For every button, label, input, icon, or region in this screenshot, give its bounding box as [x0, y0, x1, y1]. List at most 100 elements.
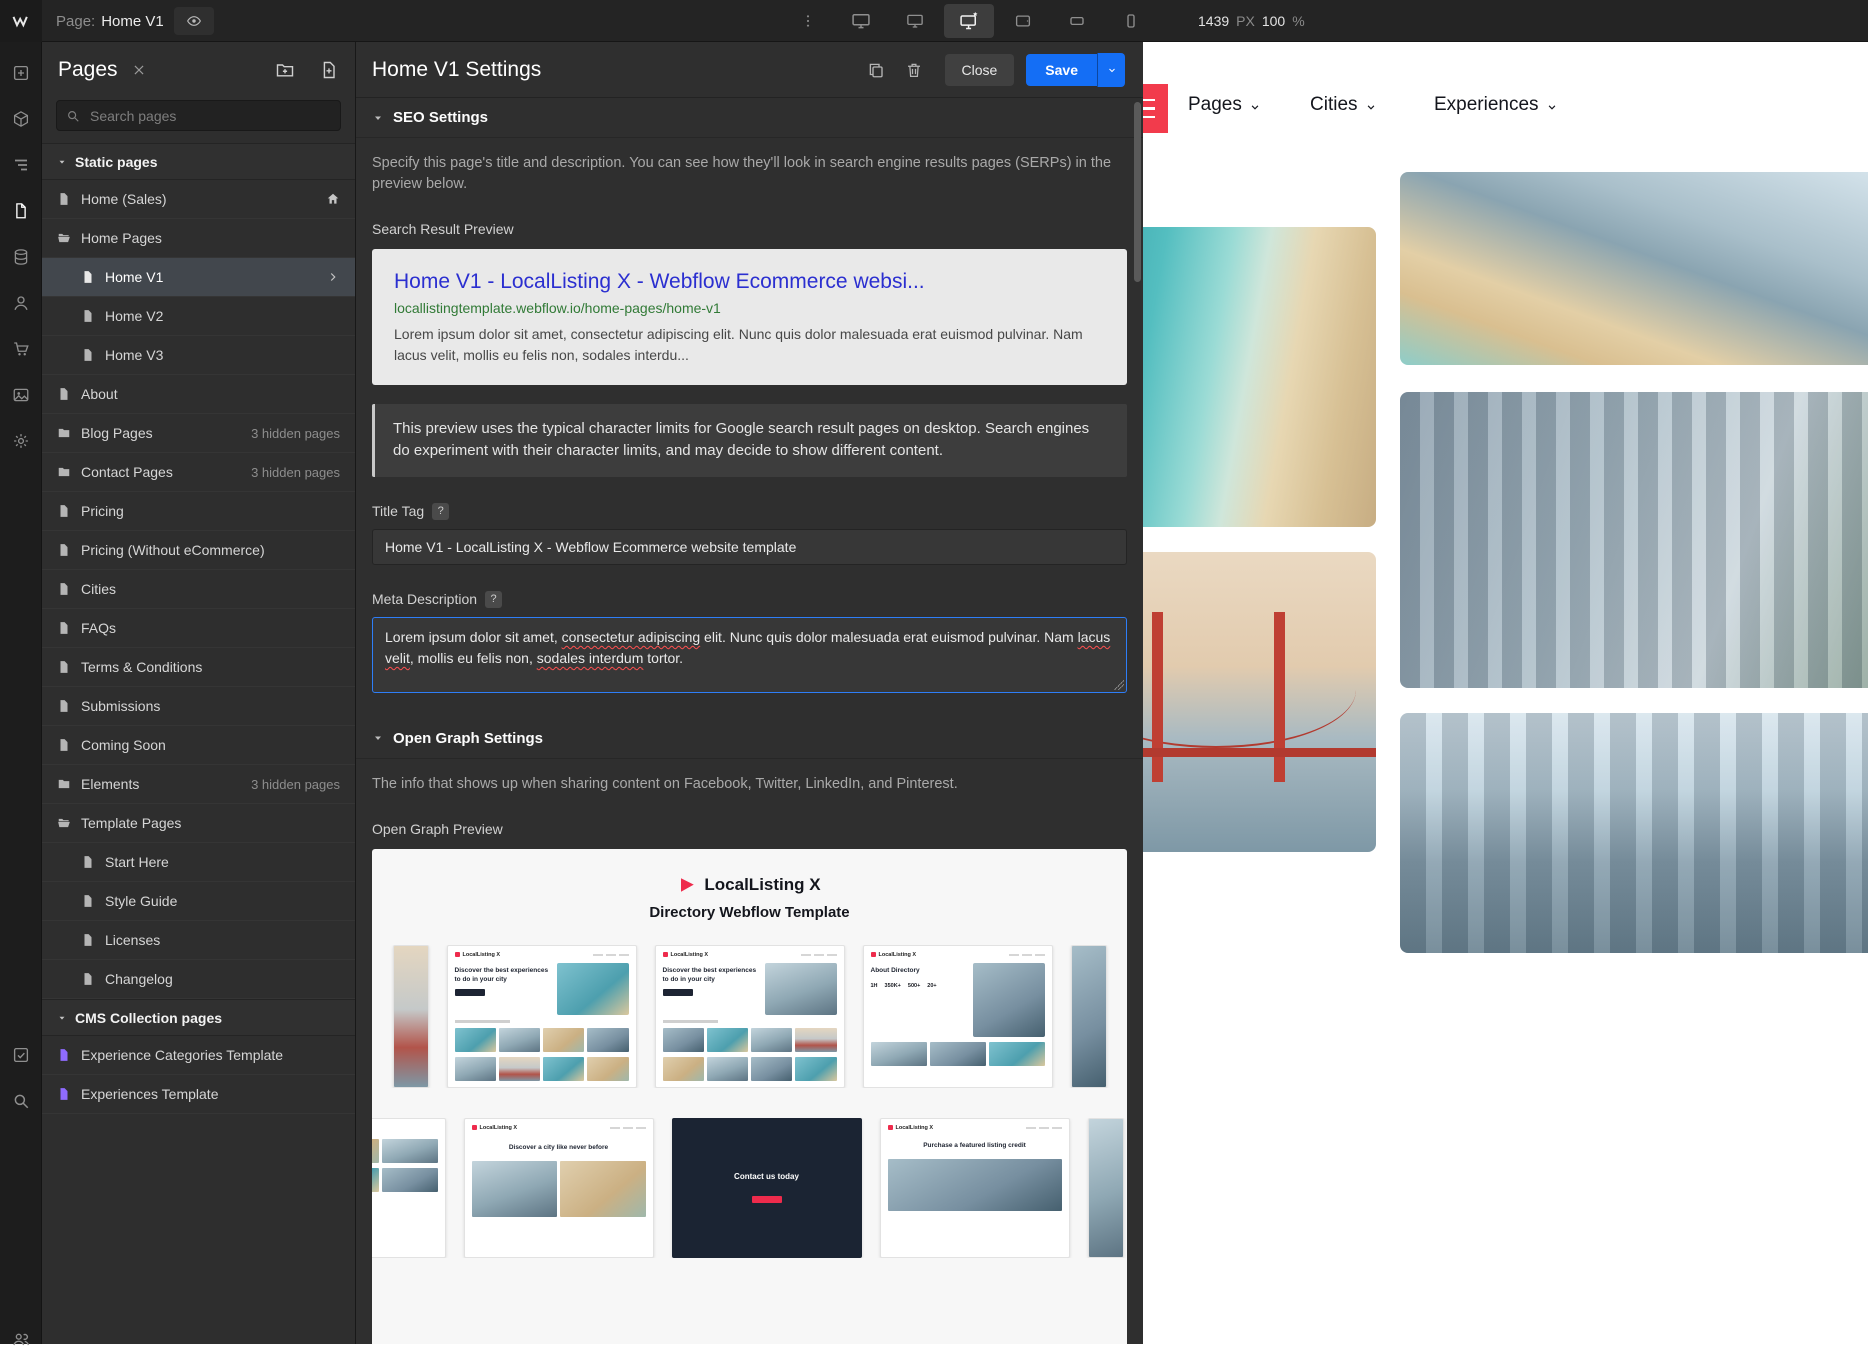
users-button[interactable] — [0, 280, 42, 326]
zoom-value[interactable]: 100 — [1262, 13, 1285, 29]
preview-toggle-button[interactable] — [174, 7, 214, 35]
og-thumb: LocalListing X Purchase a featured listi… — [880, 1118, 1070, 1258]
breakpoint-desktop-l[interactable] — [890, 4, 940, 38]
save-button[interactable]: Save — [1026, 54, 1097, 86]
page-item-cities[interactable]: Cities — [42, 570, 355, 609]
title-tag-label: Title Tag ? — [372, 503, 1127, 520]
breakpoint-mobile-landscape[interactable] — [1052, 4, 1102, 38]
og-thumb-partial — [1088, 1118, 1124, 1258]
meta-description-textarea[interactable]: Lorem ipsum dolor sit amet, consectetur … — [372, 617, 1127, 693]
gear-icon — [12, 432, 30, 450]
close-button[interactable]: Close — [945, 54, 1015, 86]
page-icon — [81, 894, 95, 908]
ecommerce-button[interactable] — [0, 326, 42, 372]
breakpoint-desktop-default[interactable] — [944, 4, 994, 38]
page-item-changelog[interactable]: Changelog — [42, 960, 355, 999]
page-icon — [81, 933, 95, 947]
new-page-button[interactable] — [319, 60, 339, 80]
section-seo-settings[interactable]: SEO Settings — [356, 98, 1143, 138]
page-item-home-v2[interactable]: Home V2 — [42, 297, 355, 336]
settings-header: Home V1 Settings Close Save — [356, 42, 1143, 98]
folder-icon — [57, 465, 71, 479]
components-button[interactable] — [0, 96, 42, 142]
close-panel-button[interactable] — [132, 63, 146, 77]
serp-url: locallistingtemplate.webflow.io/home-pag… — [394, 300, 1105, 316]
duplicate-page-button[interactable] — [867, 61, 885, 79]
page-item-start-here[interactable]: Start Here — [42, 843, 355, 882]
page-plus-icon — [319, 60, 339, 80]
site-nav-experiences[interactable]: Experiences — [1434, 94, 1559, 116]
page-item-template-pages[interactable]: Template Pages — [42, 804, 355, 843]
page-item-about[interactable]: About — [42, 375, 355, 414]
audit-button[interactable] — [0, 1032, 42, 1078]
canvas-width-value[interactable]: 1439 — [1198, 13, 1229, 29]
breakpoint-mobile-portrait[interactable] — [1106, 4, 1156, 38]
delete-page-button[interactable] — [905, 61, 923, 79]
site-nav-cities[interactable]: Cities — [1310, 94, 1378, 116]
phone-landscape-icon — [1068, 12, 1086, 30]
breakpoint-tablet[interactable] — [998, 4, 1048, 38]
og-thumb-caption: About Directory — [871, 967, 968, 976]
settings-button[interactable] — [0, 418, 42, 464]
search-input[interactable] — [88, 107, 331, 125]
more-options-button[interactable] — [796, 9, 820, 33]
title-tag-input[interactable] — [372, 529, 1127, 565]
webflow-menu-button[interactable] — [0, 0, 42, 42]
page-item-elements[interactable]: Elements 3 hidden pages — [42, 765, 355, 804]
community-button[interactable] — [0, 1316, 42, 1362]
page-item-pricing-without-ecommerce[interactable]: Pricing (Without eCommerce) — [42, 531, 355, 570]
locallisting-logo-icon — [678, 876, 696, 894]
page-item-submissions[interactable]: Submissions — [42, 687, 355, 726]
page-item-blog-pages[interactable]: Blog Pages 3 hidden pages — [42, 414, 355, 453]
add-elements-button[interactable] — [0, 50, 42, 96]
page-item-licenses[interactable]: Licenses — [42, 921, 355, 960]
pages-panel-title: Pages — [58, 58, 118, 82]
save-dropdown-button[interactable] — [1097, 53, 1125, 87]
page-item-home-v1[interactable]: Home V1 — [42, 258, 355, 297]
page-item-pricing[interactable]: Pricing — [42, 492, 355, 531]
assets-button[interactable] — [0, 372, 42, 418]
resize-handle[interactable] — [1114, 680, 1124, 690]
page-item-home-pages[interactable]: Home Pages — [42, 219, 355, 258]
section-open-graph-settings[interactable]: Open Graph Settings — [356, 719, 1143, 759]
section-title: SEO Settings — [393, 109, 488, 126]
page-item-terms-conditions[interactable]: Terms & Conditions — [42, 648, 355, 687]
page-item-home-v3[interactable]: Home V3 — [42, 336, 355, 375]
page-item-coming-soon[interactable]: Coming Soon — [42, 726, 355, 765]
site-nav-label: Experiences — [1434, 94, 1539, 116]
page-item-contact-pages[interactable]: Contact Pages 3 hidden pages — [42, 453, 355, 492]
tablet-icon — [1014, 12, 1032, 30]
help-badge[interactable]: ? — [485, 591, 502, 608]
settings-scroll-area: SEO Settings Specify this page's title a… — [356, 98, 1143, 1344]
pages-button[interactable] — [0, 188, 42, 234]
page-item-faqs[interactable]: FAQs — [42, 609, 355, 648]
photo-beach-city[interactable] — [1400, 172, 1868, 365]
page-item-style-guide[interactable]: Style Guide — [42, 882, 355, 921]
page-item-home-sales[interactable]: Home (Sales) — [42, 180, 355, 219]
page-item-experiences-template[interactable]: Experiences Template — [42, 1075, 355, 1114]
site-nav-pages[interactable]: Pages — [1188, 94, 1262, 116]
find-button[interactable] — [0, 1078, 42, 1124]
webflow-logo-icon — [11, 11, 31, 31]
og-thumb: LocalListing X Discover the best experie… — [447, 945, 637, 1088]
search-result-preview-label: Search Result Preview — [372, 221, 1127, 237]
og-thumb: LocalListing X Discover the best experie… — [655, 945, 845, 1088]
cms-button[interactable] — [0, 234, 42, 280]
scrollbar-thumb[interactable] — [1134, 102, 1141, 282]
section-static-pages[interactable]: Static pages — [42, 143, 355, 180]
breakpoint-desktop-xl[interactable] — [836, 4, 886, 38]
photo-city-skyline[interactable] — [1400, 713, 1868, 953]
og-thumb-caption: Discover a city like never before — [472, 1136, 646, 1153]
misspelled-word: sodales interdum — [537, 650, 644, 666]
photo-city-buildings[interactable] — [1400, 392, 1868, 688]
eye-icon — [186, 13, 202, 29]
page-item-experience-categories-template[interactable]: Experience Categories Template — [42, 1036, 355, 1075]
help-badge[interactable]: ? — [432, 503, 449, 520]
new-folder-button[interactable] — [275, 60, 295, 80]
check-square-icon — [12, 1046, 30, 1064]
copy-icon — [867, 61, 885, 79]
folder-open-icon — [57, 231, 71, 245]
navigator-button[interactable] — [0, 142, 42, 188]
search-icon — [66, 109, 80, 123]
section-cms-collection-pages[interactable]: CMS Collection pages — [42, 999, 355, 1036]
